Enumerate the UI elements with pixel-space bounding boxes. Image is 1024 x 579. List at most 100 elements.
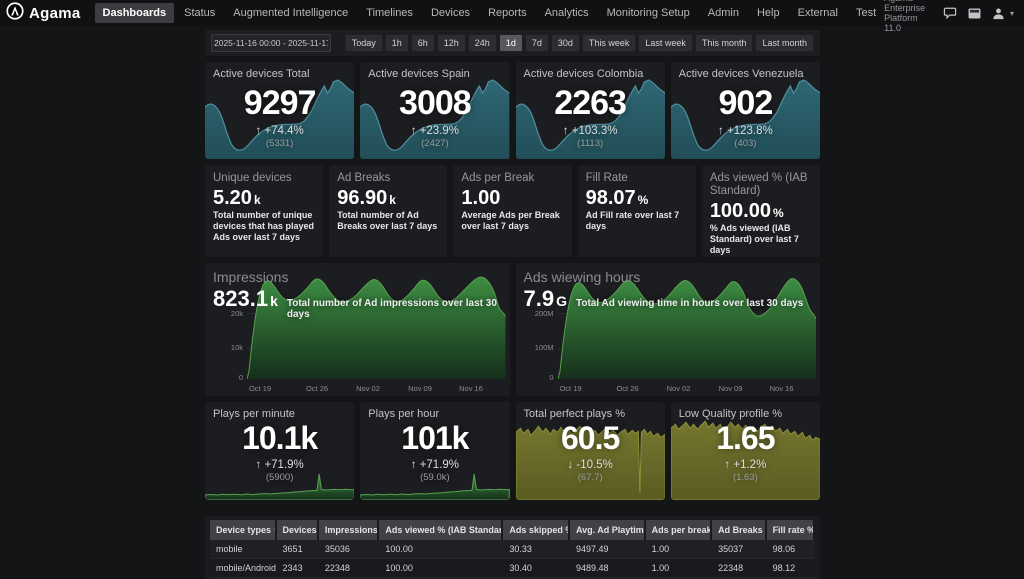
x-tick: Oct 19 <box>249 384 271 393</box>
range-button-last-week[interactable]: Last week <box>638 34 693 52</box>
stat-unit: % <box>638 193 649 207</box>
range-button-this-month[interactable]: This month <box>695 34 754 52</box>
y-tick: 0 <box>518 373 554 382</box>
metric-change: ↑ +71.9% <box>205 459 354 471</box>
range-button-last-month[interactable]: Last month <box>755 34 814 52</box>
panel-low-quality-profile: Low Quality profile % 1.65 ↑ +1.2% (1.63… <box>671 402 820 500</box>
metric-previous: (5331) <box>205 138 354 149</box>
range-button-30d[interactable]: 30d <box>551 34 580 52</box>
main-menu: Dashboards Status Augmented Intelligence… <box>95 3 885 23</box>
range-button-today[interactable]: Today <box>345 34 383 52</box>
time-range-bar: Today 1h 6h 12h 24h 1d 7d 30d This week … <box>205 30 820 56</box>
panel-title: Ad Breaks <box>337 172 439 185</box>
col-device-types[interactable]: Device types⇅ <box>210 520 277 540</box>
col-ad-breaks[interactable]: Ad Breaks⇅ <box>712 520 766 540</box>
time-range-input[interactable] <box>211 34 331 52</box>
panel-title: Active devices Total <box>213 68 309 80</box>
menu-item-dashboards[interactable]: Dashboards <box>95 3 175 23</box>
panel-title: Impressions <box>213 269 288 285</box>
cell: 98.06 <box>767 540 815 559</box>
table-row: mobile 3651 35036 100.00 30.33 9497.49 1… <box>210 540 815 559</box>
metric-value: 1.65 <box>671 422 820 454</box>
panel-active-devices-colombia: Active devices Colombia 2263 ↑ +103.3% (… <box>516 62 665 159</box>
panel-active-devices-venezuela: Active devices Venezuela 902 ↑ +123.8% (… <box>671 62 820 159</box>
time-range-buttons: Today 1h 6h 12h 24h 1d 7d 30d This week … <box>345 34 814 52</box>
metric-previous: (403) <box>671 138 820 149</box>
trend-unit: G <box>556 293 567 309</box>
table-header-row: Device types⇅ Devices▾ Impressions⇅ Ads … <box>210 520 815 540</box>
range-button-this-week[interactable]: This week <box>582 34 637 52</box>
panel-title: Active devices Venezuela <box>679 68 804 80</box>
menu-item-monitoring-setup[interactable]: Monitoring Setup <box>599 3 698 23</box>
cell: 98.12 <box>767 559 815 578</box>
metric-previous: (2427) <box>360 138 509 149</box>
menu-item-admin[interactable]: Admin <box>700 3 747 23</box>
range-button-24h[interactable]: 24h <box>468 34 497 52</box>
panel-ads-viewing-hours: Ads wiewing hours 7.9G Total Ad viewing … <box>516 263 821 396</box>
panels-icon[interactable] <box>968 6 981 20</box>
y-tick: 20k <box>207 309 243 318</box>
col-devices[interactable]: Devices▾ <box>277 520 319 540</box>
panel-ad-breaks: Ad Breaks 96.90k Total number of Ad Brea… <box>329 165 447 257</box>
user-icon[interactable] <box>992 6 1005 20</box>
menu-item-devices[interactable]: Devices <box>423 3 478 23</box>
col-ads-per-breaks[interactable]: Ads per breaks⇅ <box>646 520 713 540</box>
cell: 100.00 <box>379 559 503 578</box>
menu-item-test[interactable]: Test <box>848 3 884 23</box>
menu-item-reports[interactable]: Reports <box>480 3 535 23</box>
trend-description: Total number of Ad impressions over last… <box>287 298 510 320</box>
cell: 2343 <box>277 559 319 578</box>
table-row: mobile/Android 2343 22348 100.00 30.40 9… <box>210 559 815 578</box>
range-button-7d[interactable]: 7d <box>525 34 549 52</box>
x-tick: Nov 16 <box>459 384 483 393</box>
brand[interactable]: Agama <box>6 2 81 25</box>
range-button-1d[interactable]: 1d <box>499 34 523 52</box>
x-tick: Nov 16 <box>770 384 794 393</box>
plays-row: Plays per minute 10.1k ↑ +71.9% (5900) P… <box>205 402 820 500</box>
panel-unique-devices: Unique devices 5.20k Total number of uni… <box>205 165 323 257</box>
menu-item-analytics[interactable]: Analytics <box>537 3 597 23</box>
col-avg-playtime[interactable]: Avg. Ad Playtime⇅ <box>570 520 646 540</box>
range-button-1h[interactable]: 1h <box>385 34 409 52</box>
stats-row: Unique devices 5.20k Total number of uni… <box>205 165 820 257</box>
col-impressions[interactable]: Impressions⇅ <box>319 520 380 540</box>
agama-dashboard-screen: Agama Dashboards Status Augmented Intell… <box>0 0 1024 579</box>
stat-description: % Ads viewed (IAB Standard) over last 7 … <box>710 223 812 255</box>
chat-icon[interactable] <box>943 6 957 20</box>
metric-value: 10.1k <box>205 422 354 454</box>
x-tick: Oct 26 <box>616 384 638 393</box>
col-fill-rate[interactable]: Fill rate %⇅ <box>767 520 815 540</box>
stat-description: Total number of Ad Breaks over last 7 da… <box>337 210 439 232</box>
stat-description: Ad Fill rate over last 7 days <box>586 210 688 232</box>
cell-device-type: mobile/Android <box>210 559 277 578</box>
cell: 35037 <box>712 540 766 559</box>
active-devices-row: Active devices Total 9297 ↑ +74.4% (5331… <box>205 62 820 159</box>
caret-down-icon[interactable]: ▾ <box>1010 9 1014 18</box>
menu-item-external[interactable]: External <box>790 3 846 23</box>
menu-item-status[interactable]: Status <box>176 3 223 23</box>
stat-unit: % <box>773 206 784 220</box>
trend-row: Impressions 823.1k Total number of Ad im… <box>205 263 820 396</box>
cell: 30.33 <box>503 540 570 559</box>
device-types-table-panel: Device types⇅ Devices▾ Impressions⇅ Ads … <box>205 516 820 579</box>
range-button-12h[interactable]: 12h <box>437 34 466 52</box>
y-tick: 100M <box>518 343 554 352</box>
menu-item-help[interactable]: Help <box>749 3 788 23</box>
panel-title: Fill Rate <box>586 172 688 185</box>
metric-change: ↑ +123.8% <box>671 125 820 137</box>
range-button-6h[interactable]: 6h <box>411 34 435 52</box>
menu-item-timelines[interactable]: Timelines <box>358 3 421 23</box>
metric-change: ↓ -10.5% <box>516 459 665 471</box>
metric-previous: (5900) <box>205 472 354 483</box>
col-ads-viewed[interactable]: Ads viewed % (IAB Standard)⇅ <box>379 520 503 540</box>
stat-value: 98.07% <box>586 187 688 209</box>
col-ads-skipped[interactable]: Ads skipped %⇅ <box>503 520 570 540</box>
metric-value: 902 <box>671 86 820 120</box>
panel-title: Total perfect plays % <box>524 408 626 420</box>
platform-version-label: Agama Enterprise Platform 11.0 <box>884 0 932 33</box>
menu-item-augmented-intelligence[interactable]: Augmented Intelligence <box>225 3 356 23</box>
cell: 30.40 <box>503 559 570 578</box>
metric-value: 2263 <box>516 86 665 120</box>
stat-description: Total number of unique devices that has … <box>213 210 315 242</box>
panel-active-devices-spain: Active devices Spain 3008 ↑ +23.9% (2427… <box>360 62 509 159</box>
